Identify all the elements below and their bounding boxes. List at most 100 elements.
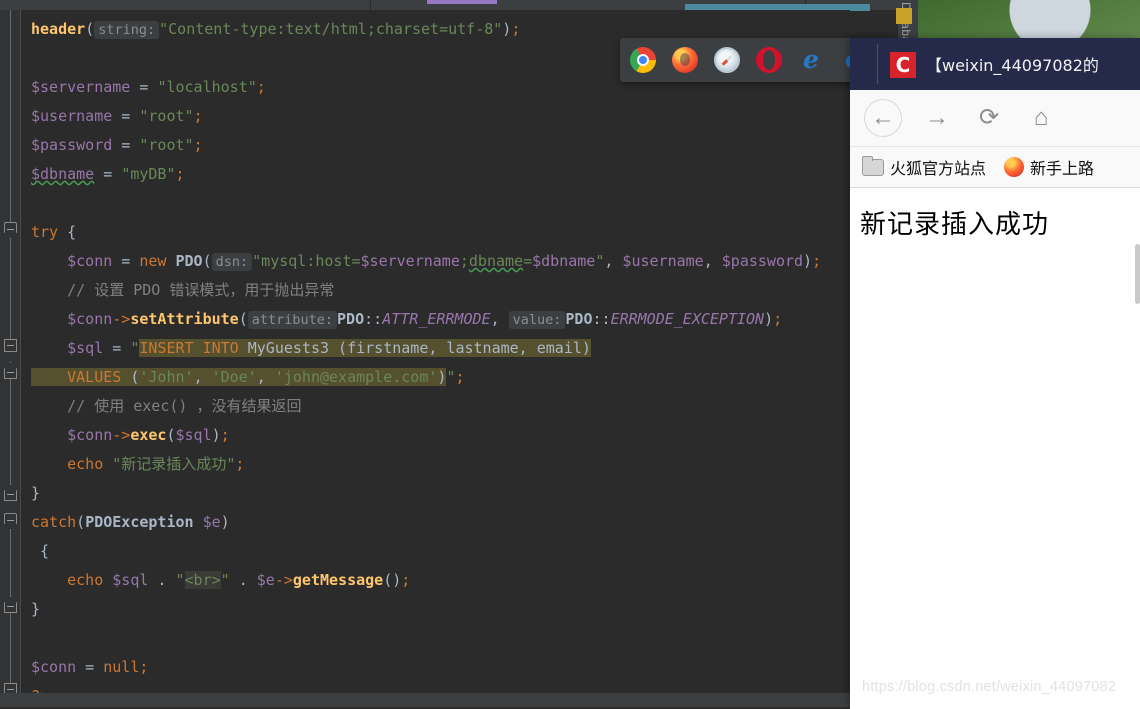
code-token: =: [130, 78, 158, 96]
code-token: (: [238, 310, 248, 328]
code-token: (: [121, 368, 140, 386]
code-token: PDO: [337, 310, 365, 328]
code-line[interactable]: }: [31, 595, 821, 624]
browser-nav-bar: ← → ⟳ ⌂: [850, 90, 1140, 147]
code-token: ;: [220, 426, 230, 444]
fold-marker-catch-open[interactable]: [4, 513, 17, 530]
code-token: (: [166, 426, 176, 444]
code-token: $username: [31, 107, 113, 125]
code-token: ,: [490, 310, 509, 328]
code-token: echo: [67, 455, 104, 473]
code-token: $e: [202, 513, 221, 531]
code-token: 'John': [139, 368, 194, 386]
fold-region-line: [10, 239, 11, 339]
code-line[interactable]: echo "新记录插入成功";: [31, 450, 821, 479]
code-line[interactable]: $sql = "INSERT INTO MyGuests3 (firstname…: [31, 334, 821, 363]
bookmark-label: 新手上路: [1030, 159, 1095, 178]
code-token: dbname: [468, 252, 524, 270]
forward-icon[interactable]: →: [920, 101, 954, 135]
folder-icon: [862, 155, 884, 176]
opera-icon[interactable]: [756, 47, 782, 73]
code-line[interactable]: catch(PDOException $e): [31, 508, 821, 537]
code-content[interactable]: header(string: "Content-type:text/html;ch…: [31, 15, 821, 707]
code-token: ->: [112, 310, 131, 328]
edge-icon[interactable]: e: [798, 47, 824, 73]
code-editor-surface[interactable]: header(string: "Content-type:text/html;ch…: [21, 10, 850, 707]
chrome-icon[interactable]: [630, 47, 656, 73]
code-token: (: [85, 20, 95, 38]
back-icon[interactable]: ←: [864, 99, 902, 137]
code-token: new: [139, 252, 167, 270]
fold-marker-try-open[interactable]: [4, 222, 17, 239]
fold-marker-sql-start[interactable]: [4, 339, 17, 352]
code-token: "新记录插入成功": [112, 455, 236, 473]
code-line[interactable]: $conn->exec($sql);: [31, 421, 821, 450]
code-token: ;: [193, 136, 203, 154]
code-token: $servername: [360, 252, 460, 270]
reload-icon[interactable]: ⟳: [972, 101, 1006, 135]
code-token: ;: [455, 368, 465, 386]
code-line[interactable]: $conn->setAttribute(attribute: PDO::ATTR_…: [31, 305, 821, 334]
fold-marker-try-close[interactable]: [4, 484, 17, 501]
editor-tab-bar[interactable]: [0, 0, 918, 11]
home-icon[interactable]: ⌂: [1024, 101, 1058, 135]
code-token: =: [112, 107, 140, 125]
code-line[interactable]: echo $sql . "<br>" . $e->getMessage();: [31, 566, 821, 595]
code-token: getMessage: [292, 571, 384, 589]
browser-tab-title[interactable]: 【weixin_44097082的: [926, 52, 1140, 76]
code-line[interactable]: [31, 189, 821, 218]
code-token: =: [103, 339, 131, 357]
parameter-hint-chip: value:: [508, 311, 566, 329]
code-line[interactable]: $password = "root";: [31, 131, 821, 160]
code-token: $sql: [175, 426, 212, 444]
firefox-icon[interactable]: [672, 47, 698, 73]
ide-window: header(string: "Content-type:text/html;ch…: [0, 0, 918, 707]
code-token: "localhost": [157, 78, 257, 96]
code-line[interactable]: $username = "root";: [31, 102, 821, 131]
code-token: ": [220, 571, 230, 589]
code-line[interactable]: $conn = new PDO(dsn: "mysql:host=$servern…: [31, 247, 821, 276]
code-token: =: [76, 658, 104, 676]
code-token: }: [31, 484, 41, 502]
fold-region-line: [10, 10, 11, 222]
fold-region-line: [10, 530, 11, 596]
code-token: {: [31, 542, 50, 560]
code-token: ": [595, 252, 605, 270]
code-token: "Content-type:text/html;charset=utf-8": [159, 20, 503, 38]
code-token: ;: [139, 658, 149, 676]
code-token: .: [229, 571, 257, 589]
code-line[interactable]: }: [31, 479, 821, 508]
code-token: ): [764, 310, 774, 328]
code-token: ): [220, 513, 230, 531]
code-token: 'john@example.com': [274, 368, 438, 386]
code-token: ,: [193, 368, 212, 386]
code-line[interactable]: {: [31, 537, 821, 566]
tab-active-underline: [427, 0, 497, 4]
code-token: ;: [256, 78, 266, 96]
fold-marker-catch-close[interactable]: [4, 596, 17, 613]
editor-gutter[interactable]: [0, 10, 20, 707]
code-token: $dbname: [532, 252, 596, 270]
page-scrollbar[interactable]: [1135, 244, 1140, 304]
parameter-hint-chip: string:: [94, 21, 160, 39]
code-line[interactable]: $dbname = "myDB";: [31, 160, 821, 189]
code-line[interactable]: VALUES ('John', 'Doe', 'john@example.com…: [31, 363, 821, 392]
bookmark-firefox-official-site[interactable]: 火狐官方站点: [862, 155, 986, 179]
safari-icon[interactable]: [714, 47, 740, 73]
code-token: echo: [67, 571, 104, 589]
bookmark-getting-started[interactable]: 新手上路: [1004, 155, 1094, 179]
code-token: }: [31, 600, 41, 618]
code-line[interactable]: try {: [31, 218, 821, 247]
fold-marker-sql-end[interactable]: [4, 362, 17, 379]
code-token: "myDB": [121, 165, 176, 183]
code-line[interactable]: // 设置 PDO 错误模式，用于抛出异常: [31, 276, 821, 305]
code-token: // 设置 PDO 错误模式，用于抛出异常: [31, 281, 335, 299]
code-line[interactable]: // 使用 exec() ，没有结果返回: [31, 392, 821, 421]
bookmarks-bar: 火狐官方站点 新手上路: [850, 147, 1140, 188]
code-token: =: [94, 165, 122, 183]
code-line[interactable]: $conn = null;: [31, 653, 821, 682]
code-line[interactable]: [31, 624, 821, 653]
